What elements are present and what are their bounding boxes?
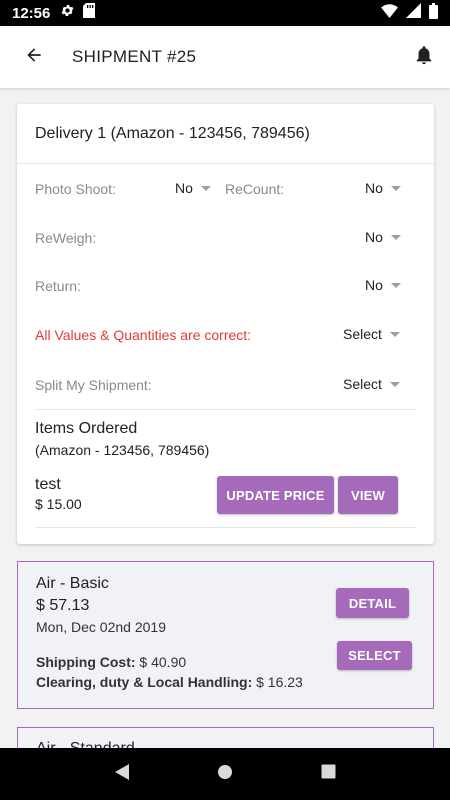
recount-dropdown[interactable]: No xyxy=(365,180,401,196)
item-name: test xyxy=(35,476,61,493)
shipping-cost-label: Shipping Cost: xyxy=(36,654,136,670)
page-title: SHIPMENT #25 xyxy=(72,47,197,66)
values-correct-dropdown[interactable]: Select xyxy=(343,326,400,342)
dropdown-caret-icon xyxy=(390,282,401,288)
app-bar: SHIPMENT #25 xyxy=(0,26,450,88)
clearing-cost-line: Clearing, duty & Local Handling: $ 16.23 xyxy=(36,674,303,690)
delivery-card: Delivery 1 (Amazon - 123456, 789456) Pho… xyxy=(17,104,434,544)
clearing-cost-value: $ 16.23 xyxy=(252,674,303,690)
nav-back-icon xyxy=(114,763,130,785)
reweigh-label: ReWeigh: xyxy=(35,230,97,246)
photo-shoot-value: No xyxy=(175,180,193,196)
arrow-back-icon xyxy=(24,45,44,70)
recount-value: No xyxy=(365,180,383,196)
view-button[interactable]: VIEW xyxy=(338,476,398,514)
item-price: $ 15.00 xyxy=(35,496,82,512)
return-value: No xyxy=(365,277,383,293)
shipping-option-date: Mon, Dec 02nd 2019 xyxy=(36,619,166,635)
shipping-cost-line: Shipping Cost: $ 40.90 xyxy=(36,654,186,670)
nav-home-button[interactable] xyxy=(217,764,233,785)
items-ordered-title: Items Ordered xyxy=(35,420,138,437)
back-button[interactable] xyxy=(6,26,62,88)
sd-card-icon xyxy=(83,3,96,23)
notifications-button[interactable] xyxy=(400,26,448,88)
dropdown-caret-icon xyxy=(390,185,401,191)
photo-shoot-label: Photo Shoot: xyxy=(35,181,116,197)
nav-recents-icon xyxy=(321,764,336,783)
nav-home-icon xyxy=(217,764,233,784)
shipping-option-price: $ 57.13 xyxy=(36,597,90,614)
nav-back-button[interactable] xyxy=(114,763,130,786)
dropdown-caret-icon xyxy=(200,185,211,191)
update-price-button[interactable]: UPDATE PRICE xyxy=(217,476,334,514)
battery-icon xyxy=(429,2,438,24)
return-dropdown[interactable]: No xyxy=(365,277,401,293)
dropdown-caret-icon xyxy=(390,234,401,240)
photo-shoot-dropdown[interactable]: No xyxy=(175,180,211,196)
items-ordered-subtitle: (Amazon - 123456, 789456) xyxy=(35,442,210,458)
values-correct-value: Select xyxy=(343,326,382,342)
delivery-title: Delivery 1 (Amazon - 123456, 789456) xyxy=(17,104,434,164)
dropdown-caret-icon xyxy=(389,331,400,337)
wifi-icon xyxy=(381,3,398,23)
settings-gear-icon xyxy=(60,3,75,23)
dropdown-caret-icon xyxy=(389,381,400,387)
clearing-cost-label: Clearing, duty & Local Handling: xyxy=(36,674,253,690)
values-correct-label: All Values & Quantities are correct: xyxy=(35,327,252,343)
system-navigation-bar xyxy=(0,748,450,800)
select-button[interactable]: SELECT xyxy=(337,641,412,670)
status-time: 12:56 xyxy=(12,4,51,22)
nav-recents-button[interactable] xyxy=(321,764,336,784)
reweigh-dropdown[interactable]: No xyxy=(365,229,401,245)
split-shipment-value: Select xyxy=(343,376,382,392)
recount-label: ReCount: xyxy=(225,181,285,197)
split-shipment-label: Split My Shipment: xyxy=(35,377,152,393)
cellular-signal-icon xyxy=(406,3,421,23)
reweigh-value: No xyxy=(365,229,383,245)
shipping-option-name: Air - Basic xyxy=(36,575,109,592)
split-shipment-dropdown[interactable]: Select xyxy=(343,376,400,392)
status-bar: 12:56 xyxy=(0,0,450,26)
detail-button[interactable]: DETAIL xyxy=(336,588,409,618)
divider xyxy=(35,409,416,410)
divider xyxy=(35,527,416,528)
shipping-option-card[interactable]: Air - Basic $ 57.13 Mon, Dec 02nd 2019 S… xyxy=(17,561,434,709)
shipping-cost-value: $ 40.90 xyxy=(135,654,187,670)
return-label: Return: xyxy=(35,278,81,294)
bell-icon xyxy=(413,43,435,72)
